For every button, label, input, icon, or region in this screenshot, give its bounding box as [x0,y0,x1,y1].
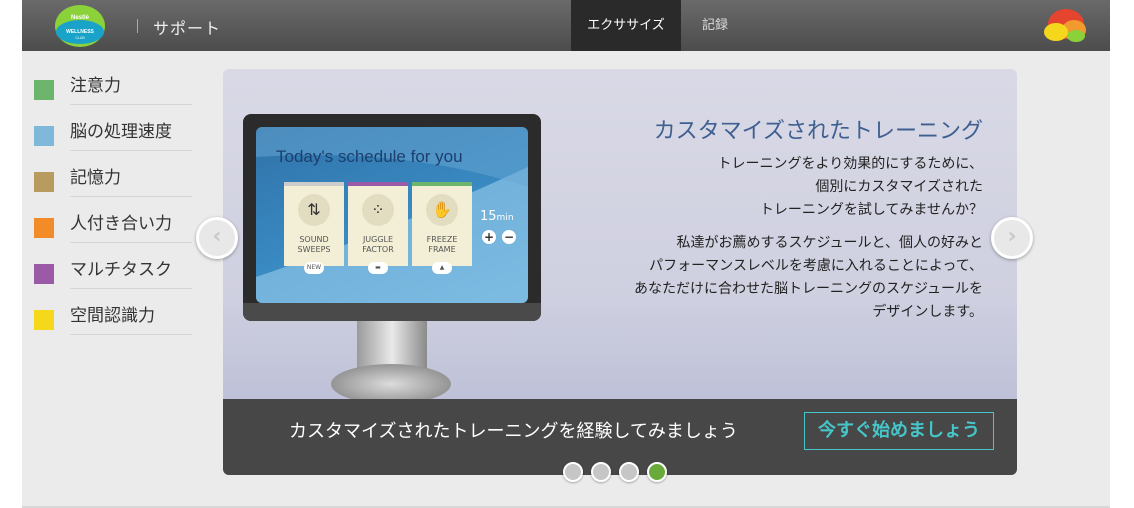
memory-color-swatch [34,172,54,192]
carousel-prev-button[interactable]: ‹ [196,217,238,259]
plus-icon: + [482,230,496,244]
juggle-factor-icon: ⁘ [362,194,394,226]
multitask-color-swatch [34,264,54,284]
sidebar-item-label: 人付き合い力 [70,214,172,234]
sidebar-divider [70,104,192,105]
top-header: Nestlé WELLNESS CLUB サポート エクササイズ 記録 [22,0,1110,51]
nestle-wellness-club-logo[interactable]: Nestlé WELLNESS CLUB [54,4,106,48]
chevron-left-icon: ‹ [212,224,222,249]
logo-line2: WELLNESS [66,29,94,35]
carousel-pagination [563,462,673,484]
banner-text: カスタマイズされたトレーニングを経験してみましょう [289,421,738,442]
sidebar-item-label: マルチタスク [70,260,172,280]
support-link[interactable]: サポート [153,15,221,39]
carousel-dot-1[interactable] [563,462,583,482]
card-juggle-factor: ⁘ JUGGLE FACTOR ▬ [348,182,408,274]
carousel-dot-3[interactable] [619,462,639,482]
sidebar-item-label: 記憶力 [70,168,121,188]
minutes-readout: 15min [480,209,514,224]
monitor-base [331,364,451,404]
sidebar-divider [70,242,192,243]
carousel-dot-2[interactable] [591,462,611,482]
sidebar-divider [70,288,192,289]
chevron-right-icon: › [1007,224,1017,249]
dumbbell-icon: ▬ [368,262,388,274]
sidebar-divider [70,334,192,335]
graduation-cap-icon: ▲ [432,262,452,274]
spatial-color-swatch [34,310,54,330]
sidebar-item-social[interactable]: 人付き合い力 [34,198,194,244]
slide-title: カスタマイズされたトレーニング [653,119,983,144]
logo-line3: CLUB [75,36,85,40]
card-label: FREEZE FRAME [426,235,458,254]
attention-color-swatch [34,80,54,100]
sidebar-item-attention[interactable]: 注意力 [34,60,194,106]
minus-icon: − [502,230,516,244]
monitor-screen: Today's schedule for you ⇅ SOUND SWEEPS N… [256,127,528,303]
schedule-heading: Today's schedule for you [276,147,463,166]
card-label: JUGGLE FACTOR [362,235,394,254]
processing-speed-color-swatch [34,126,54,146]
tab-records[interactable]: 記録 [690,0,740,51]
page-frame: Nestlé WELLNESS CLUB サポート エクササイズ 記録 注意力 … [22,0,1110,508]
new-badge: NEW [304,262,324,274]
user-avatar-icon[interactable] [1040,6,1088,46]
start-now-button[interactable]: 今すぐ始めましょう [804,412,994,450]
monitor-illustration: Today's schedule for you ⇅ SOUND SWEEPS N… [243,114,541,404]
carousel-next-button[interactable]: › [991,217,1033,259]
logo-line1: Nestlé [71,15,90,21]
monitor-chin [243,303,541,321]
sound-sweeps-icon: ⇅ [298,194,330,226]
sidebar-item-memory[interactable]: 記憶力 [34,152,194,198]
card-label: SOUND SWEEPS [297,235,331,254]
slide-paragraph-2: 私達がお薦めするスケジュールと、個人の好みと パフォーマンスレベルを考慮に入れる… [633,235,983,320]
sidebar-item-label: 注意力 [70,76,121,96]
freeze-frame-icon: ✋ [426,194,458,226]
tab-exercise[interactable]: エクササイズ [571,0,681,51]
card-sound-sweeps: ⇅ SOUND SWEEPS NEW [284,182,344,274]
social-color-swatch [34,218,54,238]
header-divider [137,19,138,33]
sidebar-item-multitask[interactable]: マルチタスク [34,244,194,290]
sidebar-divider [70,196,192,197]
sidebar-item-processing-speed[interactable]: 脳の処理速度 [34,106,194,152]
carousel-dot-4[interactable] [647,462,667,482]
slide-paragraph-1: トレーニングをより効果的にするために、 個別にカスタマイズされた トレーニングを… [717,156,983,218]
sidebar-divider [70,150,192,151]
sidebar-item-spatial[interactable]: 空間認識力 [34,290,194,336]
category-sidebar: 注意力 脳の処理速度 記憶力 人付き合い力 マルチタスク 空間認識力 [34,60,194,336]
feature-carousel: Today's schedule for you ⇅ SOUND SWEEPS N… [223,69,1017,475]
card-freeze-frame: ✋ FREEZE FRAME ▲ [412,182,472,274]
sidebar-item-label: 空間認識力 [70,306,155,326]
sidebar-item-label: 脳の処理速度 [70,122,172,142]
